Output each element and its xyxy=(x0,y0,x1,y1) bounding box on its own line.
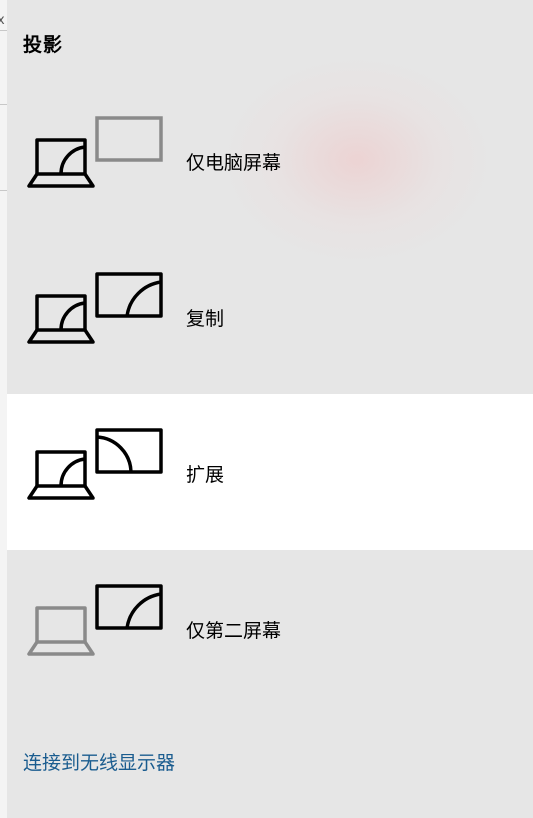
background-divider xyxy=(0,190,7,191)
option-label: 仅第二屏幕 xyxy=(186,620,282,642)
background-close-glyph: x xyxy=(0,13,5,28)
option-duplicate[interactable]: 复制 xyxy=(7,238,533,394)
option-pc-screen-only[interactable]: 仅电脑屏幕 xyxy=(7,82,533,238)
connect-wireless-display-link[interactable]: 连接到无线显示器 xyxy=(23,748,175,775)
option-extend[interactable]: 扩展 xyxy=(7,394,533,550)
background-divider xyxy=(0,30,7,31)
second-screen-only-icon xyxy=(27,584,163,656)
option-label: 扩展 xyxy=(186,464,225,486)
background-divider xyxy=(0,104,7,105)
option-label: 复制 xyxy=(186,308,225,330)
option-second-screen-only[interactable]: 仅第二屏幕 xyxy=(7,550,533,706)
duplicate-icon xyxy=(27,272,163,344)
panel-title: 投影 xyxy=(23,34,64,56)
pc-screen-only-icon xyxy=(27,116,163,188)
project-panel: 投影 仅电脑屏幕 复制 扩展 仅第二屏幕 连接到无线显示器 xyxy=(7,0,533,818)
option-label: 仅电脑屏幕 xyxy=(186,152,282,174)
extend-icon xyxy=(27,428,163,500)
